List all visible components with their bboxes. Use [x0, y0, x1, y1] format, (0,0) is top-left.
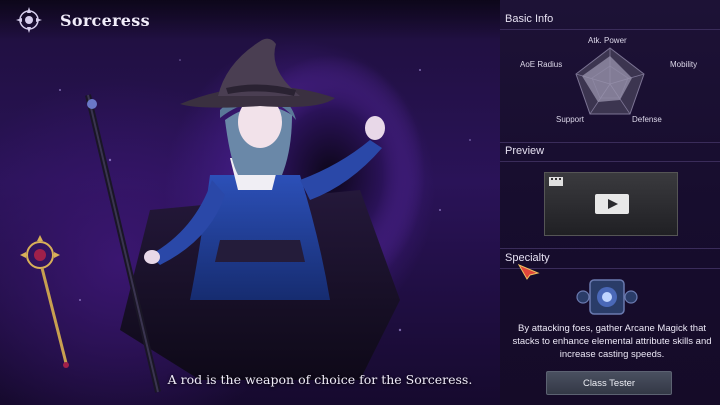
film-icon — [549, 177, 563, 186]
class-tester-button[interactable]: Class Tester — [546, 371, 672, 395]
specialty-title: Specialty — [505, 252, 550, 264]
play-icon[interactable] — [595, 194, 629, 214]
sorceress-class-emblem-icon — [14, 7, 44, 33]
basic-info-title: Basic Info — [505, 13, 554, 25]
stat-atk-power: Atk. Power — [588, 36, 627, 45]
preview-video-button[interactable] — [544, 172, 678, 236]
specialty-pointer-icon — [518, 264, 540, 280]
stat-mobility: Mobility — [670, 60, 698, 69]
class-header: Sorceress — [14, 6, 150, 34]
stat-defense: Defense — [632, 115, 662, 124]
sorceress-character-art — [20, 38, 471, 393]
weapon-caption: A rod is the weapon of choice for the So… — [167, 372, 473, 387]
stat-support: Support — [556, 115, 585, 124]
character-showcase: Sorceress A rod is the weapon of choice … — [0, 0, 500, 405]
specialty-description: By attacking foes, gather Arcane Magick … — [512, 323, 712, 360]
class-name: Sorceress — [60, 10, 150, 30]
specialty-top-divider — [500, 248, 720, 249]
preview-divider — [500, 161, 720, 162]
preview-title: Preview — [505, 145, 545, 157]
arcane-magick-icon — [576, 279, 638, 315]
preview-top-divider — [500, 142, 720, 143]
basic-info-divider — [500, 29, 720, 30]
stat-aoe-radius: AoE Radius — [520, 60, 563, 69]
